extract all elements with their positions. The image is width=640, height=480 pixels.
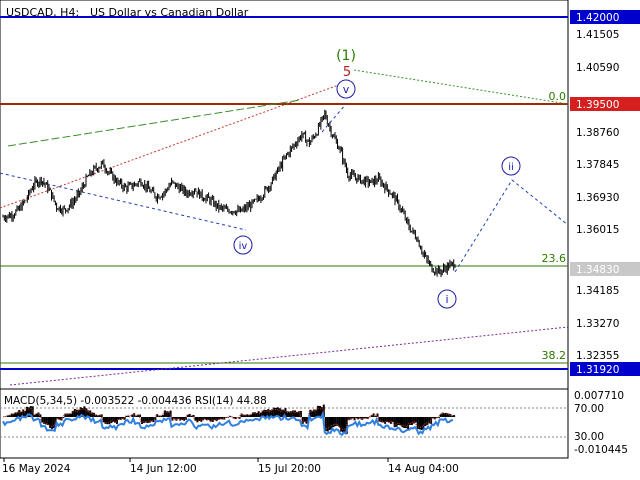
macd-bar [334, 417, 337, 427]
current-price-text: 1.34830 [576, 264, 619, 276]
macd-bar [332, 417, 335, 428]
macd-bar [156, 414, 159, 417]
trendline-green-dashed[interactable] [7, 99, 301, 147]
wave-i-label: i [437, 289, 457, 309]
wave-iv-label: iv [233, 235, 253, 255]
wave-ii-label: ii [501, 156, 521, 176]
macd-bar [342, 417, 344, 433]
fib-line-green-dotted[interactable] [353, 69, 569, 105]
level-badge-text: 1.42000 [576, 12, 619, 24]
macd-bar [424, 417, 427, 427]
fib-label-23-6: 23.6 [542, 252, 567, 265]
price-tick: 1.36015 [576, 224, 619, 236]
time-axis: 16 May 2024 14 Jun 12:00 15 Jul 20:00 14… [2, 458, 459, 475]
macd-bar [426, 417, 429, 425]
wave-i-text: i [445, 293, 448, 306]
macd-bar [317, 405, 320, 417]
macd-bar [328, 417, 331, 430]
price-tick: 1.41505 [576, 29, 619, 41]
fib-label-38-2: 38.2 [542, 349, 567, 362]
candle-series [2, 109, 456, 278]
macd-bar [326, 417, 329, 432]
macd-bar [299, 410, 302, 417]
macd-bar [340, 417, 343, 432]
macd-bar [389, 417, 392, 424]
macd-bar [420, 417, 423, 430]
macd-bar [52, 417, 55, 429]
macd-bar [432, 417, 434, 418]
macd-bar [294, 410, 297, 417]
level-badge-1-31920[interactable]: 1.31920 [570, 362, 640, 376]
macd-bar [207, 417, 210, 420]
price-tick: 1.32355 [576, 350, 619, 362]
macd-bar [313, 409, 316, 417]
current-price-badge[interactable]: 1.34830 [570, 262, 640, 276]
wave-ii-text: ii [508, 162, 514, 173]
macd-bar [319, 406, 321, 417]
macd-bar [351, 417, 354, 419]
wave-v-text: v [343, 83, 350, 96]
indicator-tick: 70.00 [574, 403, 604, 415]
time-tick: 16 May 2024 [2, 463, 71, 475]
macd-bar [393, 417, 396, 428]
macd-bar [374, 416, 377, 417]
macd-bar [273, 407, 276, 417]
macd-bar [412, 417, 415, 424]
macd-bar [173, 417, 176, 419]
wave-v-label: v [336, 79, 356, 99]
price-tick: 1.40590 [576, 62, 619, 74]
indicator-tick: 30.00 [574, 431, 604, 443]
level-badge-1-42000[interactable]: 1.42000 [570, 10, 640, 24]
wave-iv-text: iv [239, 241, 248, 252]
macd-bar [177, 417, 180, 419]
macd-bar [33, 414, 36, 417]
trendline-purple-dotted[interactable] [9, 326, 569, 386]
price-tick: 1.37845 [576, 159, 619, 171]
price-tick: 1.33270 [576, 318, 619, 330]
macd-bar [114, 417, 117, 423]
macd-bar [395, 417, 398, 427]
price-tick: 1.34185 [576, 285, 619, 297]
price-axis: 1.41505 1.40590 1.38760 1.37845 1.36930 … [576, 29, 619, 362]
macd-bar [403, 417, 406, 428]
level-badge-text: 1.31920 [576, 364, 619, 376]
indicator-label: MACD(5,34,5) -0.003522 -0.004436 RSI(14)… [4, 395, 267, 407]
trendline-blue-dotted[interactable] [0, 172, 247, 231]
time-tick: 14 Jun 12:00 [130, 463, 197, 475]
price-chart[interactable]: USDCAD, H4: US Dollar vs Canadian Dollar… [0, 0, 640, 480]
time-tick: 14 Aug 04:00 [388, 463, 459, 475]
macd-bar [215, 417, 218, 422]
price-tick: 1.38760 [576, 127, 619, 139]
macd-bar [50, 417, 53, 429]
macd-bar [391, 417, 394, 423]
macd-bar [414, 417, 417, 423]
macd-bar [453, 415, 456, 417]
indicator-tick: -0.010445 [574, 444, 628, 456]
indicator-tick: 0.007710 [574, 390, 624, 402]
wave-1-label: (1) [336, 48, 356, 64]
level-badge-text: 1.39500 [576, 99, 619, 111]
price-tick: 1.36930 [576, 192, 619, 204]
wave-5-label: 5 [343, 65, 351, 80]
macd-bar [89, 410, 92, 417]
fib-label-0: 0.0 [549, 90, 567, 103]
macd-bar [315, 409, 318, 417]
level-badge-1-39500[interactable]: 1.39500 [570, 97, 640, 111]
macd-bar [211, 417, 214, 422]
macd-bar [73, 409, 76, 417]
time-tick: 15 Jul 20:00 [258, 463, 321, 475]
macd-bar [47, 417, 50, 425]
